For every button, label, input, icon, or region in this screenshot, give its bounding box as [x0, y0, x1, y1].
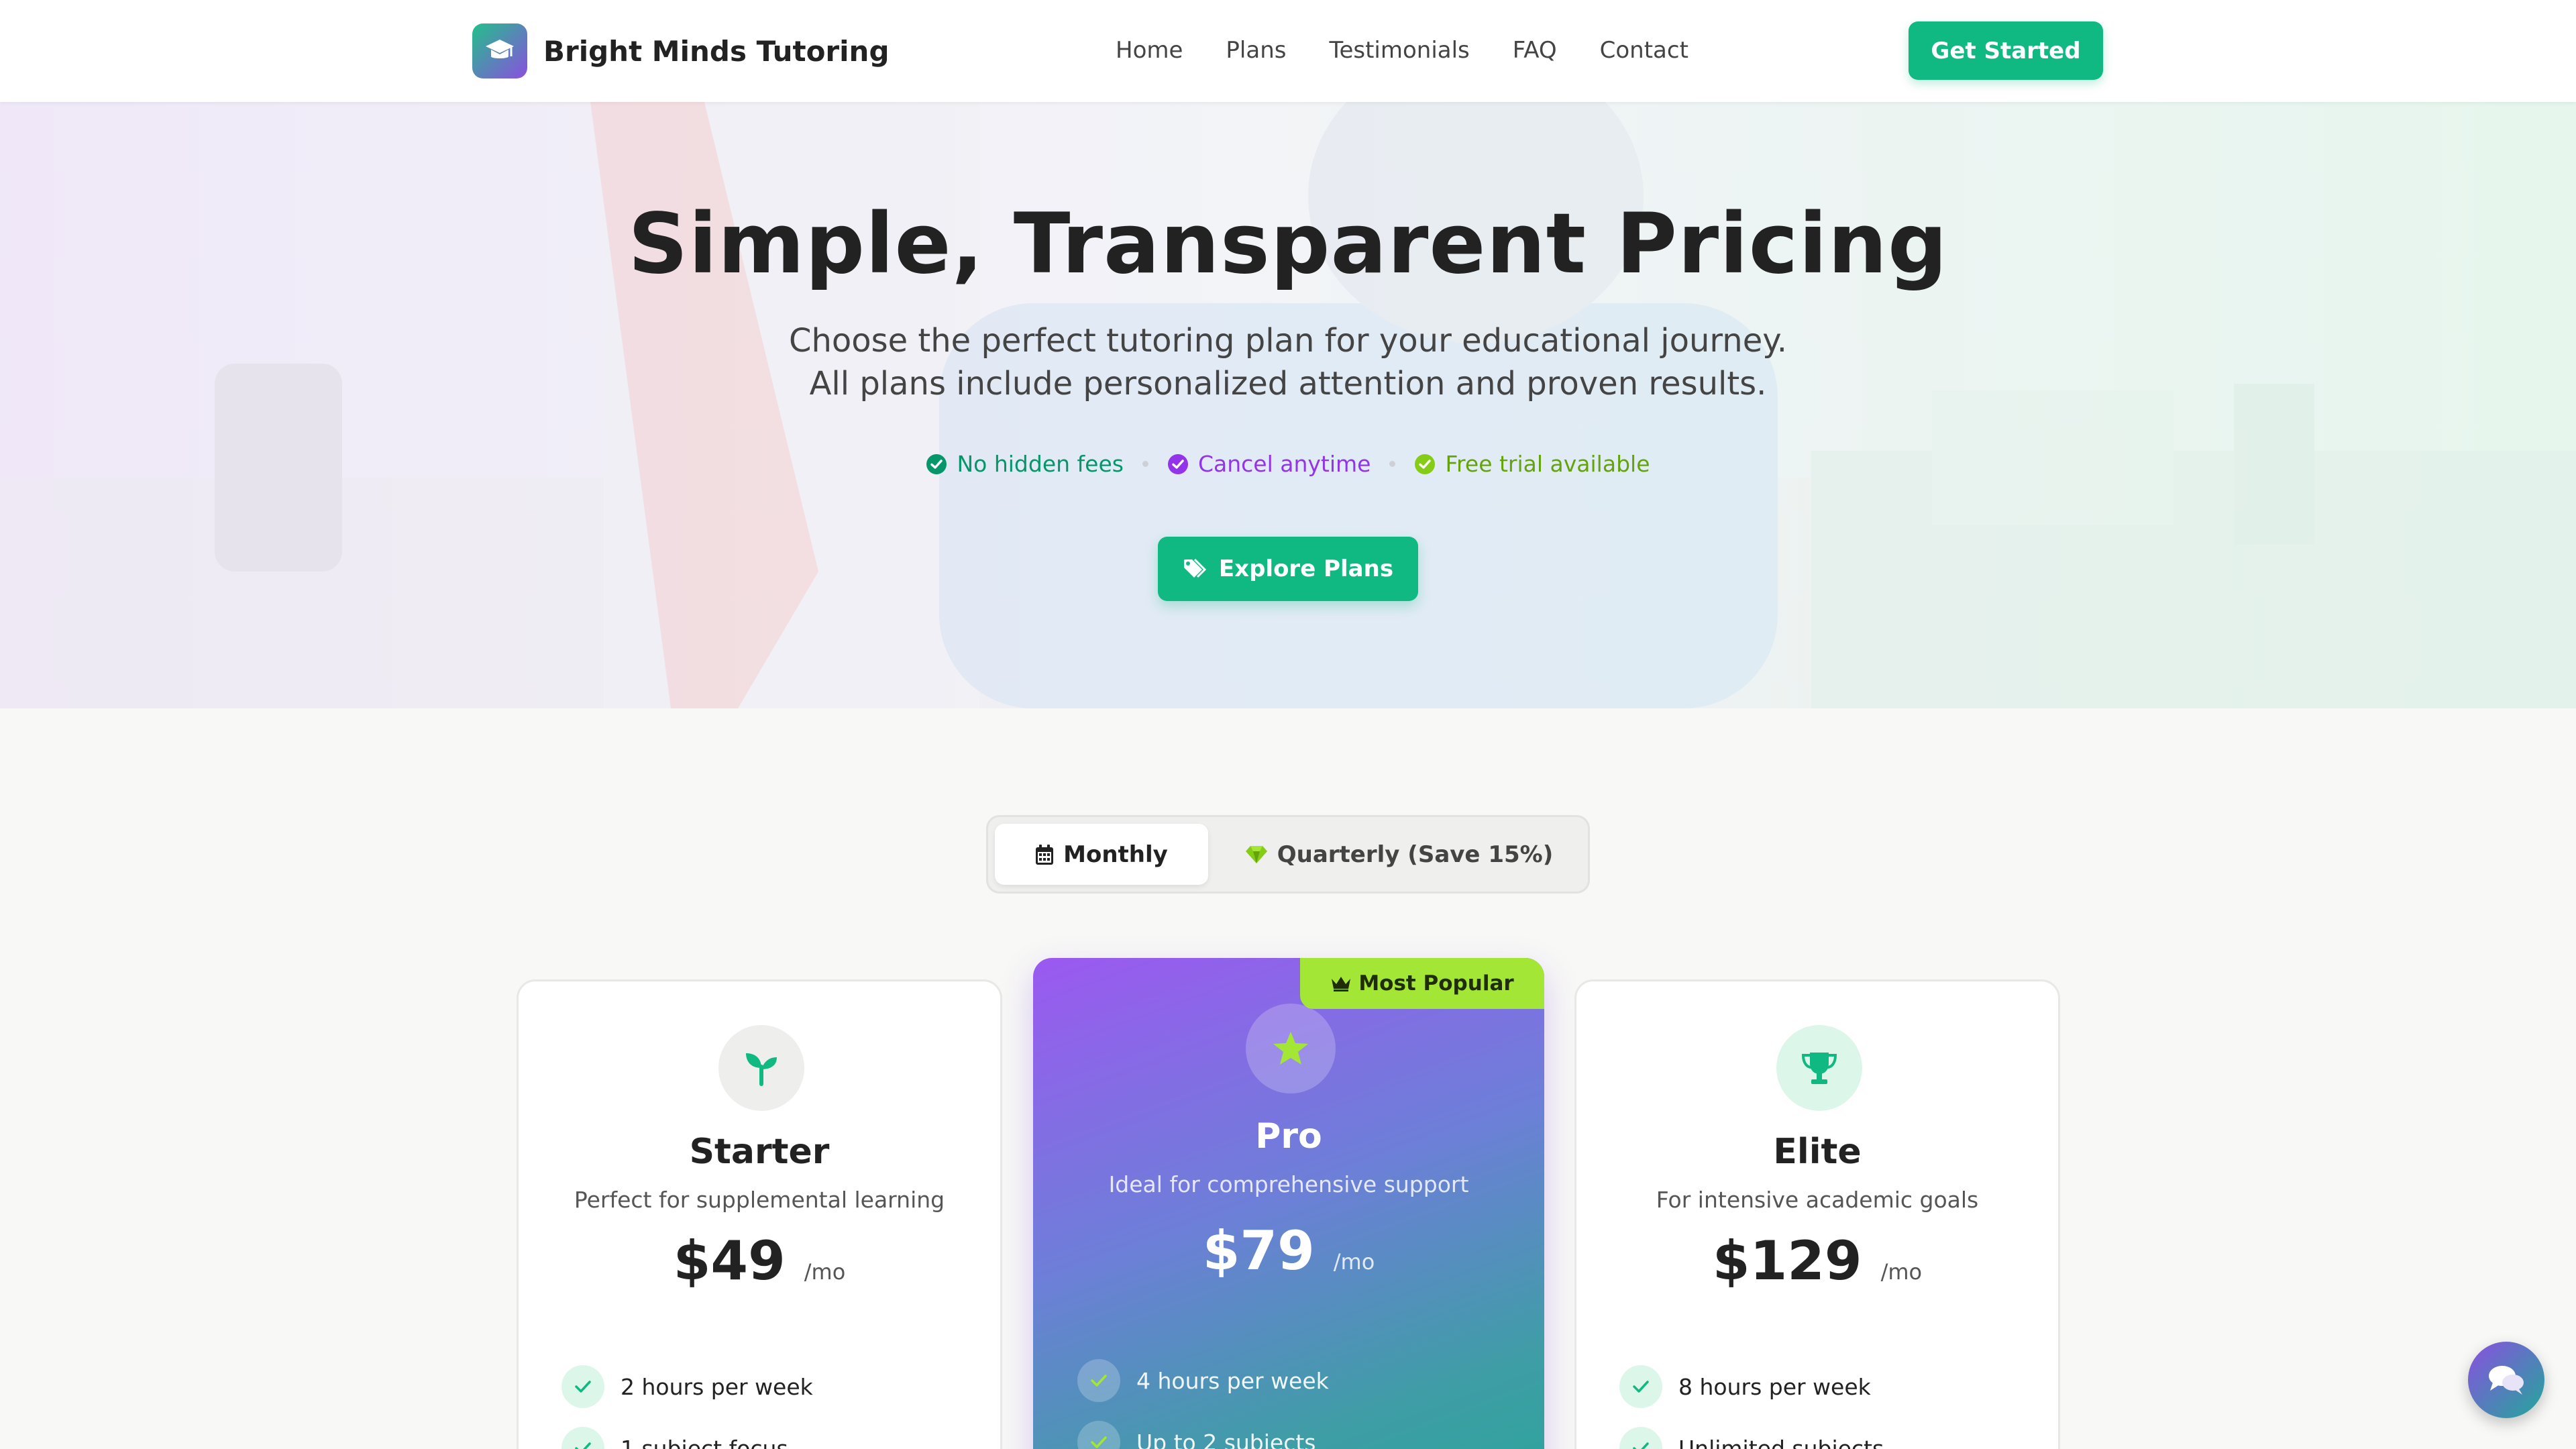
- billing-option-monthly[interactable]: Monthly: [995, 824, 1208, 885]
- most-popular-label: Most Popular: [1358, 971, 1514, 996]
- trophy-icon: [1776, 1025, 1862, 1111]
- plan-name: Pro: [1255, 1116, 1322, 1157]
- billing-option-quarterly[interactable]: Quarterly (Save 15%): [1216, 824, 1582, 885]
- hero-badges: No hidden fees Cancel anytime Free trial…: [0, 451, 2576, 477]
- plan-card-starter: Starter Perfect for supplemental learnin…: [517, 979, 1002, 1449]
- brand[interactable]: Bright Minds Tutoring: [472, 23, 890, 78]
- separator-dot: [1389, 461, 1396, 467]
- check-icon: [1619, 1365, 1662, 1408]
- price-period: /mo: [804, 1259, 846, 1285]
- plan-name: Elite: [1773, 1132, 1862, 1172]
- star-icon: [1246, 1004, 1336, 1093]
- feature-label: Up to 2 subjects: [1136, 1429, 1316, 1449]
- feature-label: Unlimited subjects: [1678, 1435, 1884, 1449]
- badge-label: No hidden fees: [957, 451, 1124, 477]
- nav-links: Home Plans Testimonials FAQ Contact: [1116, 34, 1688, 67]
- badge-free-trial: Free trial available: [1414, 451, 1650, 477]
- check-icon: [561, 1365, 604, 1408]
- plan-price: $129: [1712, 1230, 1862, 1292]
- nav-link-faq[interactable]: FAQ: [1513, 34, 1557, 67]
- feature-label: 4 hours per week: [1136, 1367, 1329, 1394]
- top-nav: Bright Minds Tutoring Home Plans Testimo…: [0, 0, 2576, 102]
- seedling-icon: [718, 1025, 804, 1111]
- comments-icon: [2489, 1366, 2524, 1395]
- gem-icon: [1245, 845, 1267, 863]
- badge-label: Cancel anytime: [1197, 451, 1371, 477]
- badge-label: Free trial available: [1445, 451, 1650, 477]
- hero-background-image: [0, 102, 2576, 708]
- hero-title: Simple, Transparent Pricing: [628, 196, 1948, 292]
- feature-list: 8 hours per week Unlimited subjects: [1619, 1365, 1884, 1449]
- check-icon: [561, 1427, 604, 1449]
- explore-plans-button[interactable]: Explore Plans: [1158, 537, 1418, 601]
- most-popular-badge: Most Popular: [1300, 958, 1544, 1009]
- check-icon: [1619, 1427, 1662, 1449]
- feature-list: 2 hours per week 1 subject focus: [561, 1365, 813, 1449]
- check-circle-icon: [1415, 453, 1436, 474]
- nav-link-contact[interactable]: Contact: [1600, 34, 1688, 67]
- hero-subtitle-line-2: All plans include personalized attention…: [809, 365, 1767, 402]
- billing-option-label: Monthly: [1063, 841, 1168, 868]
- hero-section: Simple, Transparent Pricing Choose the p…: [0, 102, 2576, 708]
- calendar-icon: [1036, 844, 1054, 865]
- nav-link-plans[interactable]: Plans: [1226, 34, 1286, 67]
- price-row: $79 /mo: [1033, 1220, 1544, 1282]
- billing-toggle: Monthly Quarterly (Save 15%): [986, 815, 1590, 894]
- plan-price: $49: [673, 1230, 786, 1292]
- feature-label: 1 subject focus: [621, 1435, 788, 1449]
- crown-icon: [1332, 977, 1351, 991]
- tags-icon: [1183, 558, 1207, 578]
- feature-list: 4 hours per week Up to 2 subjects: [1077, 1359, 1329, 1449]
- price-period: /mo: [1880, 1259, 1923, 1285]
- feature-item: 8 hours per week: [1619, 1365, 1884, 1408]
- badge-no-hidden-fees: No hidden fees: [926, 451, 1124, 477]
- feature-item: 4 hours per week: [1077, 1359, 1329, 1402]
- plan-price: $79: [1202, 1220, 1315, 1282]
- separator-dot: [1142, 461, 1148, 467]
- check-circle-icon: [926, 453, 947, 474]
- plan-name: Starter: [689, 1132, 830, 1172]
- plan-description: Ideal for comprehensive support: [1108, 1171, 1469, 1197]
- brand-name: Bright Minds Tutoring: [543, 34, 890, 68]
- billing-option-label: Quarterly (Save 15%): [1277, 841, 1554, 868]
- plan-card-elite: Elite For intensive academic goals $129 …: [1574, 979, 2060, 1449]
- feature-label: 8 hours per week: [1678, 1373, 1871, 1400]
- badge-cancel-anytime: Cancel anytime: [1167, 451, 1371, 477]
- get-started-button[interactable]: Get Started: [1909, 21, 2103, 80]
- feature-item: 1 subject focus: [561, 1427, 813, 1449]
- price-row: $49 /mo: [519, 1230, 1000, 1292]
- nav-link-testimonials[interactable]: Testimonials: [1329, 34, 1469, 67]
- plan-description: For intensive academic goals: [1656, 1187, 1979, 1213]
- feature-label: 2 hours per week: [621, 1373, 813, 1400]
- feature-item: 2 hours per week: [561, 1365, 813, 1408]
- check-icon: [1077, 1359, 1120, 1402]
- check-circle-icon: [1167, 453, 1188, 474]
- plan-description: Perfect for supplemental learning: [574, 1187, 945, 1213]
- explore-plans-label: Explore Plans: [1218, 555, 1394, 582]
- hero-subtitle: Choose the perfect tutoring plan for you…: [0, 319, 2576, 405]
- price-period: /mo: [1333, 1249, 1375, 1275]
- chat-button[interactable]: [2468, 1342, 2544, 1418]
- feature-item: Unlimited subjects: [1619, 1427, 1884, 1449]
- plan-card-pro: Most Popular Pro Ideal for comprehensive…: [1033, 958, 1544, 1449]
- nav-link-home[interactable]: Home: [1116, 34, 1183, 67]
- check-icon: [1077, 1421, 1120, 1449]
- feature-item: Up to 2 subjects: [1077, 1421, 1329, 1449]
- graduation-cap-icon: [472, 23, 527, 78]
- hero-subtitle-line-1: Choose the perfect tutoring plan for you…: [788, 322, 1788, 360]
- price-row: $129 /mo: [1576, 1230, 2058, 1292]
